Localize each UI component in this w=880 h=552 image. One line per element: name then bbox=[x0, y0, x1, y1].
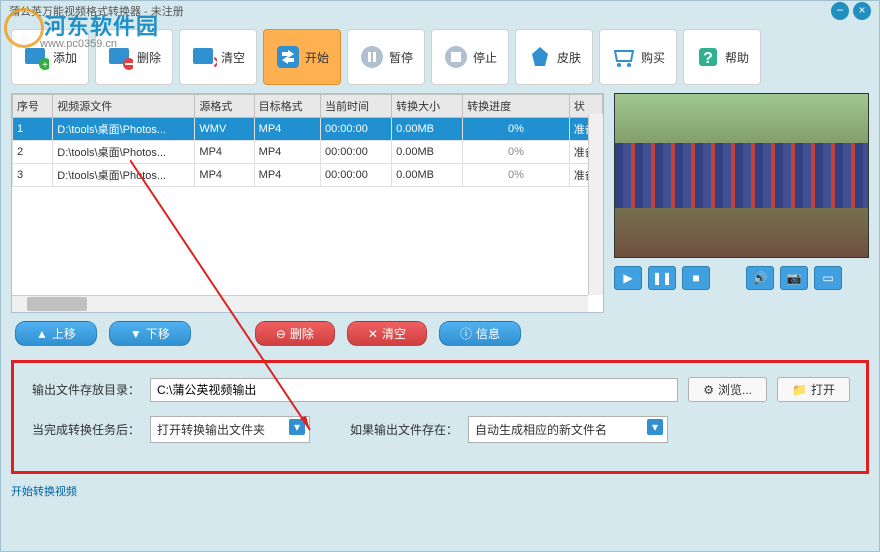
info-icon: ⓘ bbox=[460, 325, 472, 342]
col-tfmt[interactable]: 目标格式 bbox=[254, 95, 320, 118]
svg-text:✕: ✕ bbox=[212, 55, 217, 70]
pause-button[interactable]: 暂停 bbox=[347, 29, 425, 85]
watermark-url: www.pc0359.cn bbox=[40, 38, 117, 50]
fullscreen-icon[interactable]: ▭ bbox=[814, 266, 842, 290]
table-row[interactable]: 1D:\tools\桌面\Photos...WMVMP400:00:000.00… bbox=[13, 118, 603, 141]
vertical-scrollbar[interactable] bbox=[588, 114, 603, 295]
horizontal-scrollbar[interactable] bbox=[12, 295, 588, 312]
col-time[interactable]: 当前时间 bbox=[321, 95, 392, 118]
move-down-button[interactable]: ▼下移 bbox=[109, 321, 191, 346]
table-row[interactable]: 2D:\tools\桌面\Photos...MP4MP400:00:000.00… bbox=[13, 141, 603, 164]
video-preview[interactable] bbox=[614, 93, 869, 258]
delete-item-button[interactable]: ⊖删除 bbox=[255, 321, 335, 346]
scrollbar-thumb[interactable] bbox=[27, 297, 87, 311]
clear-list-button[interactable]: ✕清空 bbox=[347, 321, 427, 346]
start-button[interactable]: 开始 bbox=[263, 29, 341, 85]
file-list-panel: 序号 视频源文件 源格式 目标格式 当前时间 转换大小 转换进度 状 1D:\t… bbox=[11, 93, 604, 313]
minimize-button[interactable]: − bbox=[831, 2, 849, 20]
up-arrow-icon: ▲ bbox=[36, 327, 48, 341]
svg-text:+: + bbox=[42, 60, 48, 70]
info-button[interactable]: ⓘ信息 bbox=[439, 321, 521, 346]
skin-button[interactable]: 皮肤 bbox=[515, 29, 593, 85]
table-row[interactable]: 3D:\tools\桌面\Photos...MP4MP400:00:000.00… bbox=[13, 164, 603, 187]
snapshot-icon[interactable]: 📷 bbox=[780, 266, 808, 290]
play-icon[interactable]: ▶ bbox=[614, 266, 642, 290]
buy-button[interactable]: 购买 bbox=[599, 29, 677, 85]
svg-text:?: ? bbox=[703, 50, 713, 67]
down-arrow-icon: ▼ bbox=[130, 327, 142, 341]
gear-icon: ⚙ bbox=[703, 383, 714, 397]
file-exists-select[interactable]: 自动生成相应的新文件名 bbox=[468, 416, 668, 443]
col-index[interactable]: 序号 bbox=[13, 95, 53, 118]
output-dir-input[interactable] bbox=[150, 378, 678, 402]
stop-button[interactable]: 停止 bbox=[431, 29, 509, 85]
close-button[interactable]: × bbox=[853, 2, 871, 20]
minus-icon: ⊖ bbox=[276, 327, 286, 341]
move-up-button[interactable]: ▲上移 bbox=[15, 321, 97, 346]
after-convert-select[interactable]: 打开转换输出文件夹 bbox=[150, 416, 310, 443]
stop-icon[interactable]: ■ bbox=[682, 266, 710, 290]
open-button[interactable]: 📁打开 bbox=[777, 377, 850, 402]
pause-icon[interactable]: ❚❚ bbox=[648, 266, 676, 290]
list-operations: ▲上移 ▼下移 ⊖删除 ✕清空 ⓘ信息 bbox=[1, 313, 879, 354]
folder-icon: 📁 bbox=[792, 383, 807, 397]
output-settings-panel: 输出文件存放目录： ⚙浏览... 📁打开 当完成转换任务后： 打开转换输出文件夹… bbox=[11, 360, 869, 474]
output-dir-label: 输出文件存放目录： bbox=[30, 381, 140, 398]
file-table[interactable]: 序号 视频源文件 源格式 目标格式 当前时间 转换大小 转换进度 状 1D:\t… bbox=[12, 94, 603, 187]
volume-icon[interactable]: 🔊 bbox=[746, 266, 774, 290]
status-bar: 开始转换视频 bbox=[1, 480, 879, 502]
col-source[interactable]: 视频源文件 bbox=[53, 95, 195, 118]
col-size[interactable]: 转换大小 bbox=[392, 95, 463, 118]
clear-button[interactable]: ✕清空 bbox=[179, 29, 257, 85]
col-prog[interactable]: 转换进度 bbox=[463, 95, 570, 118]
help-button[interactable]: ?帮助 bbox=[683, 29, 761, 85]
browse-button[interactable]: ⚙浏览... bbox=[688, 377, 767, 402]
col-sfmt[interactable]: 源格式 bbox=[195, 95, 254, 118]
file-exists-label: 如果输出文件存在： bbox=[350, 421, 458, 438]
after-convert-label: 当完成转换任务后： bbox=[30, 421, 140, 438]
x-icon: ✕ bbox=[368, 327, 378, 341]
